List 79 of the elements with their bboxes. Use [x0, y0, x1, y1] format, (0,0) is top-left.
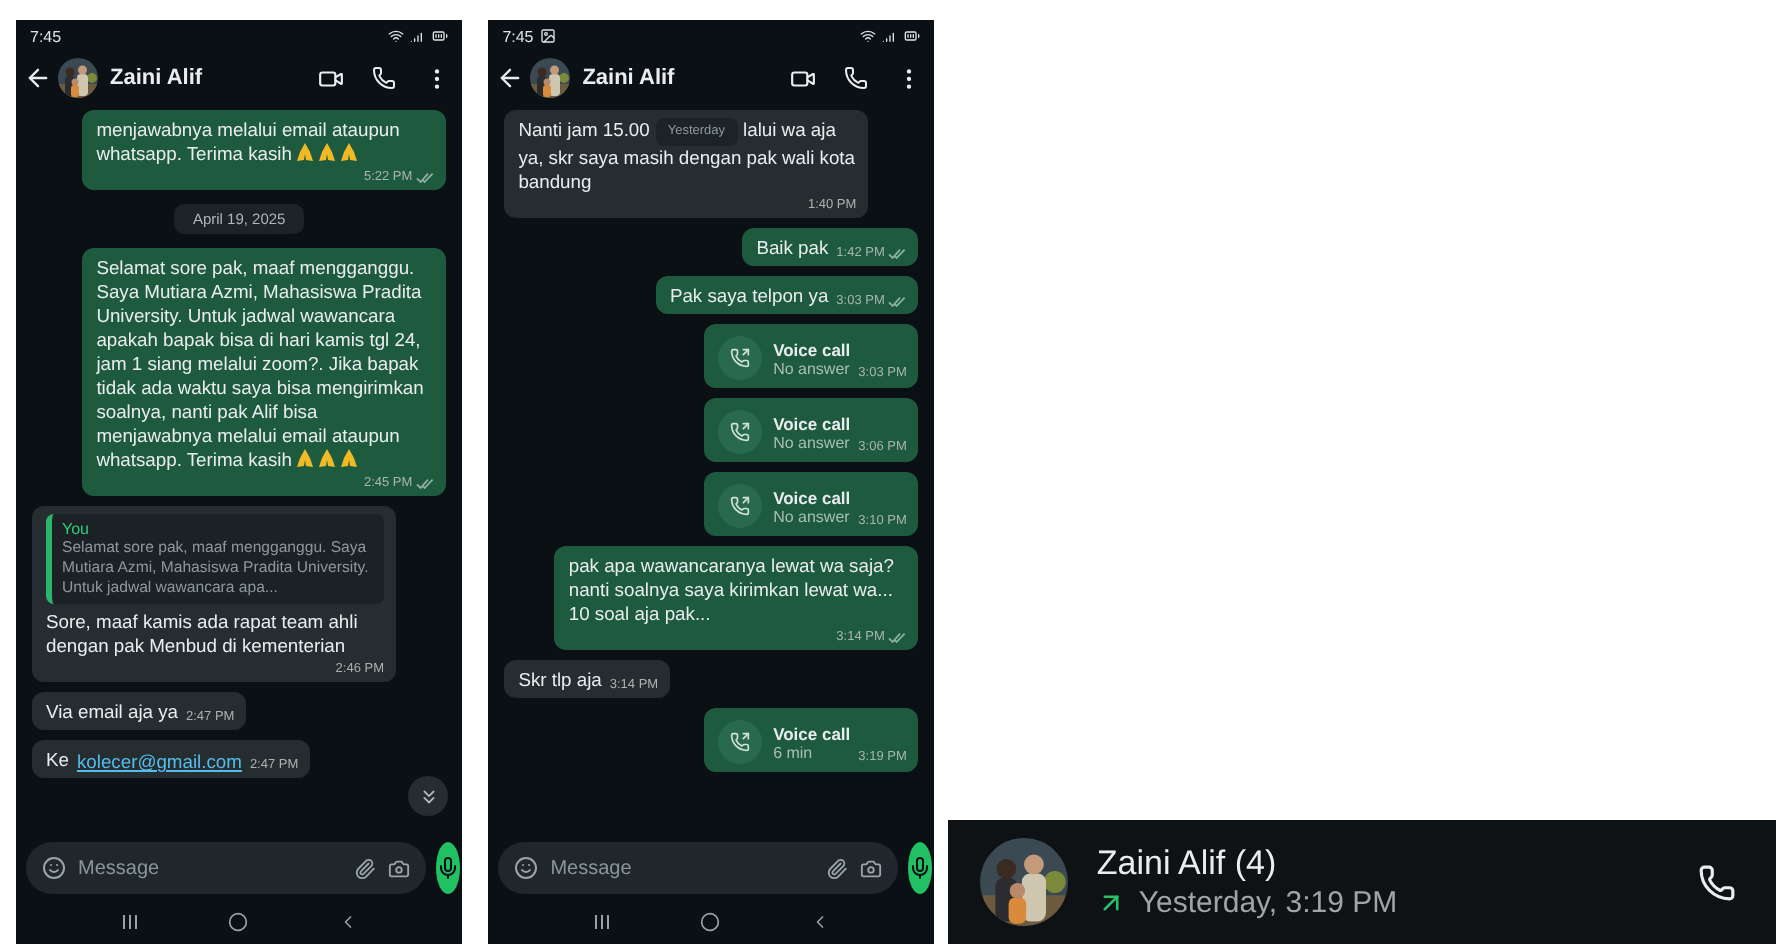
message-input[interactable]: Message — [78, 857, 342, 879]
paperclip-icon — [354, 857, 376, 879]
phone-icon — [1698, 863, 1736, 901]
microphone-icon — [436, 856, 460, 880]
double-check-icon — [416, 171, 435, 183]
double-check-icon — [888, 295, 907, 307]
status-time: 7:45 — [502, 27, 534, 45]
home-icon[interactable] — [227, 912, 248, 932]
signal-icon — [410, 28, 427, 44]
call-detail: 6 min — [773, 743, 815, 761]
call-button[interactable] — [372, 66, 397, 90]
call-title: Voice call — [773, 487, 851, 507]
call-title: Voice call — [773, 413, 851, 433]
camera-button[interactable] — [388, 857, 410, 879]
attach-button[interactable] — [826, 857, 849, 879]
battery-icon — [432, 28, 449, 44]
message-field[interactable]: Message — [498, 842, 899, 894]
sticker-button[interactable] — [514, 856, 539, 880]
camera-icon — [860, 857, 883, 879]
call-title: Voice call — [773, 723, 851, 743]
call-detail: No answer — [773, 507, 851, 525]
paperclip-icon — [826, 857, 849, 879]
video-call-button[interactable] — [318, 65, 345, 91]
message-text: Sore, maaf kamis ada rapat team ahli dengan pak Menbud di kementerian — [46, 610, 360, 658]
message-text: Baik pak — [756, 236, 829, 260]
smiley-icon — [42, 856, 66, 880]
message-input[interactable]: Message — [550, 857, 815, 879]
call-detail: No answer — [773, 359, 851, 377]
call-button[interactable] — [844, 66, 869, 90]
phone-icon — [844, 66, 869, 90]
message-text: pak apa wawancaranya lewat wa saja? nanti soalnya saya kirimkan lewat wa... 10 soal aja pak... — [568, 554, 896, 626]
message-field[interactable]: Message — [26, 842, 426, 894]
mic-button[interactable] — [436, 842, 460, 894]
double-check-icon — [888, 631, 907, 643]
video-camera-icon — [790, 65, 817, 91]
status-time: 7:45 — [30, 27, 62, 45]
recent-apps-icon[interactable] — [121, 914, 138, 930]
battery-icon — [904, 28, 921, 44]
phone-icon — [372, 66, 397, 90]
caller-name: Zaini Alif (4) — [1096, 844, 1279, 884]
camera-icon — [388, 857, 410, 879]
call-title: Voice call — [773, 339, 851, 359]
phone-arrow-icon — [729, 348, 750, 368]
message-text: Selamat sore pak, maaf mengganggu. Saya Mutiara Azmi, Mahasiswa Pradita University. Untuk jadwal wawancara apakah bapak bisa di hari kamis tgl 24, jam 1 siang melalui zoom?. Jika bapak tidak ada waktu saya bisa mengirimkan soalnya, nanti pak Alif bisa menjawabnya melalui email ataupun whatsapp. Terima kasih — [96, 256, 426, 472]
camera-button[interactable] — [860, 857, 883, 879]
scroll-down-button[interactable] — [408, 776, 449, 816]
message-text: menjawabnya melalui email ataupun whatsapp. Terima kasih — [96, 118, 402, 166]
message-text: Skr tlp aja — [518, 668, 602, 692]
call-button[interactable] — [1698, 863, 1736, 901]
call-detail: No answer — [773, 433, 851, 451]
back-button[interactable] — [24, 64, 52, 92]
recent-apps-icon[interactable] — [593, 914, 610, 930]
double-check-icon — [888, 247, 907, 259]
video-call-button[interactable] — [790, 65, 817, 91]
back-button[interactable] — [496, 64, 525, 92]
email-link[interactable]: kolecer@gmail.com — [76, 750, 242, 772]
double-check-icon — [416, 477, 435, 489]
microphone-icon — [908, 856, 933, 880]
phone-arrow-icon — [729, 422, 750, 442]
signal-icon — [882, 28, 899, 44]
sticker-button[interactable] — [42, 856, 66, 880]
attach-button[interactable] — [354, 857, 376, 879]
message-text: Pak saya telpon ya — [669, 284, 829, 308]
smiley-icon — [514, 856, 539, 880]
wifi-icon — [860, 28, 877, 44]
contact-name[interactable]: Zaini Alif — [110, 66, 313, 90]
wifi-icon — [388, 28, 405, 44]
quote-author: You — [62, 520, 91, 538]
contact-name[interactable]: Zaini Alif — [582, 66, 785, 90]
call-time: Yesterday, 3:19 PM — [1138, 886, 1398, 920]
call-log-entry[interactable]: Zaini Alif (4) Yesterday, 3:19 PM — [948, 820, 1776, 944]
mic-button[interactable] — [908, 842, 933, 894]
phone-arrow-icon — [729, 732, 750, 752]
video-camera-icon — [318, 65, 345, 91]
message-text: Ke — [46, 748, 69, 772]
message-text: Via email aja ya — [46, 700, 179, 724]
home-icon[interactable] — [699, 912, 720, 932]
chevrons-down-icon — [417, 785, 440, 807]
phone-arrow-icon — [729, 496, 750, 516]
